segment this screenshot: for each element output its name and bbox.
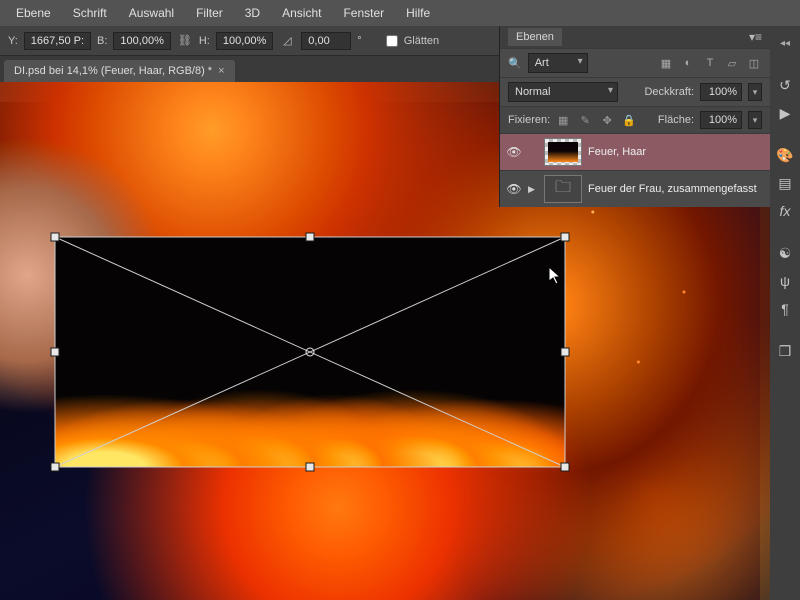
swatches-icon[interactable]: ▤ [772, 170, 798, 196]
collapsed-panel-dock: ◂◂ ↺ ▶ 🎨 ▤ fx ☯ ψ ¶ ❒ [770, 26, 800, 600]
y-value-field[interactable]: 1667,50 P: [24, 32, 91, 50]
document-tab-title: DI.psd bei 14,1% (Feuer, Haar, RGB/8) * [14, 65, 212, 77]
lock-position-icon[interactable]: ✥ [600, 113, 614, 127]
handle-nw[interactable] [51, 233, 59, 241]
angle-field[interactable]: 0,00 [301, 32, 351, 50]
lock-all-icon[interactable]: 🔒 [622, 113, 636, 127]
menu-view[interactable]: Ansicht [272, 2, 331, 24]
handle-s[interactable] [306, 463, 314, 471]
opacity-value[interactable]: 100% [700, 83, 742, 101]
handle-sw[interactable] [51, 463, 59, 471]
fill-value[interactable]: 100% [700, 111, 742, 129]
visibility-toggle-icon[interactable]: 👁 [506, 145, 522, 159]
search-icon: 🔍 [508, 57, 522, 70]
layers-panel: Ebenen ▾≡ 🔍 Art ▦ ◐ T ▱ ◫ Normal Deckkra… [500, 26, 770, 207]
menu-filter[interactable]: Filter [186, 2, 233, 24]
close-tab-icon[interactable]: × [218, 65, 224, 77]
handle-se[interactable] [561, 463, 569, 471]
width-field[interactable]: 100,00% [113, 32, 170, 50]
group-thumbnail-icon[interactable]: 🗀 [544, 175, 582, 203]
panel-menu-icon[interactable]: ▾≡ [749, 30, 762, 44]
group-disclosure-icon[interactable]: ▶ [528, 184, 538, 195]
filter-smart-icon[interactable]: ◫ [746, 55, 762, 71]
lock-fill-row: Fixieren: ▦ ✎ ✥ 🔒 Fläche: 100% ▾ [500, 106, 770, 133]
menu-3d[interactable]: 3D [235, 2, 270, 24]
panel-tab-strip: Ebenen ▾≡ [500, 26, 770, 48]
filter-shape-icon[interactable]: ▱ [724, 55, 740, 71]
dock-collapse-icon[interactable]: ◂◂ [779, 30, 791, 56]
y-label: Y: [8, 35, 18, 47]
h-label: H: [199, 35, 210, 47]
lock-pixels-icon[interactable]: ✎ [578, 113, 592, 127]
handle-e[interactable] [561, 348, 569, 356]
height-field[interactable]: 100,00% [216, 32, 273, 50]
antialias-checkbox[interactable] [386, 35, 398, 47]
blend-opacity-row: Normal Deckkraft: 100% ▾ [500, 77, 770, 106]
lock-label: Fixieren: [508, 114, 550, 126]
menu-help[interactable]: Hilfe [396, 2, 440, 24]
properties-icon[interactable]: ψ [772, 268, 798, 294]
lock-transparent-icon[interactable]: ▦ [556, 113, 570, 127]
styles-icon[interactable]: fx [772, 198, 798, 224]
layer-name[interactable]: Feuer, Haar [588, 146, 646, 158]
visibility-toggle-icon[interactable]: 👁 [506, 182, 522, 196]
opacity-label: Deckkraft: [644, 86, 694, 98]
filter-adjust-icon[interactable]: ◐ [680, 55, 696, 71]
history-icon[interactable]: ↺ [772, 72, 798, 98]
fill-label: Fläche: [658, 114, 694, 126]
adjustments-icon[interactable]: ☯ [772, 240, 798, 266]
layer-thumbnail[interactable] [544, 138, 582, 166]
handle-n[interactable] [306, 233, 314, 241]
layer-filter-icons: ▦ ◐ T ▱ ◫ [658, 55, 762, 71]
filter-pixel-icon[interactable]: ▦ [658, 55, 674, 71]
color-icon[interactable]: 🎨 [772, 142, 798, 168]
lock-icons: ▦ ✎ ✥ 🔒 [556, 113, 636, 127]
deg-label: ° [357, 35, 361, 47]
actions-icon[interactable]: ▶ [772, 100, 798, 126]
layer-list: 👁 Feuer, Haar 👁 ▶ 🗀 Feuer der Frau, zusa… [500, 133, 770, 207]
antialias-label: Glätten [404, 35, 439, 47]
layer-kind-select[interactable]: Art [528, 53, 588, 73]
handle-w[interactable] [51, 348, 59, 356]
mouse-cursor-icon [548, 266, 562, 286]
transform-outline [49, 231, 571, 473]
paragraph-icon[interactable]: ¶ [772, 296, 798, 322]
layer-name[interactable]: Feuer der Frau, zusammengefasst [588, 183, 757, 195]
angle-icon: ◿ [279, 33, 295, 49]
menu-window[interactable]: Fenster [333, 2, 394, 24]
fill-dropdown-icon[interactable]: ▾ [748, 111, 762, 129]
layer-row[interactable]: 👁 Feuer, Haar [500, 133, 770, 170]
document-tab[interactable]: DI.psd bei 14,1% (Feuer, Haar, RGB/8) * … [4, 60, 235, 82]
handle-ne[interactable] [561, 233, 569, 241]
w-label: B: [97, 35, 107, 47]
filter-type-icon[interactable]: T [702, 55, 718, 71]
link-wh-icon[interactable]: ⛓ [177, 33, 193, 49]
menu-select[interactable]: Auswahl [119, 2, 184, 24]
filter-row: 🔍 Art ▦ ◐ T ▱ ◫ [500, 48, 770, 77]
blend-mode-select[interactable]: Normal [508, 82, 618, 102]
menu-layer[interactable]: Ebene [6, 2, 61, 24]
app-menu-bar: Ebene Schrift Auswahl Filter 3D Ansicht … [0, 0, 800, 26]
free-transform-box[interactable] [55, 237, 565, 467]
layer-row[interactable]: 👁 ▶ 🗀 Feuer der Frau, zusammengefasst [500, 170, 770, 207]
3d-icon[interactable]: ❒ [772, 338, 798, 364]
opacity-dropdown-icon[interactable]: ▾ [748, 83, 762, 101]
menu-type[interactable]: Schrift [63, 2, 117, 24]
layers-tab[interactable]: Ebenen [508, 28, 562, 46]
